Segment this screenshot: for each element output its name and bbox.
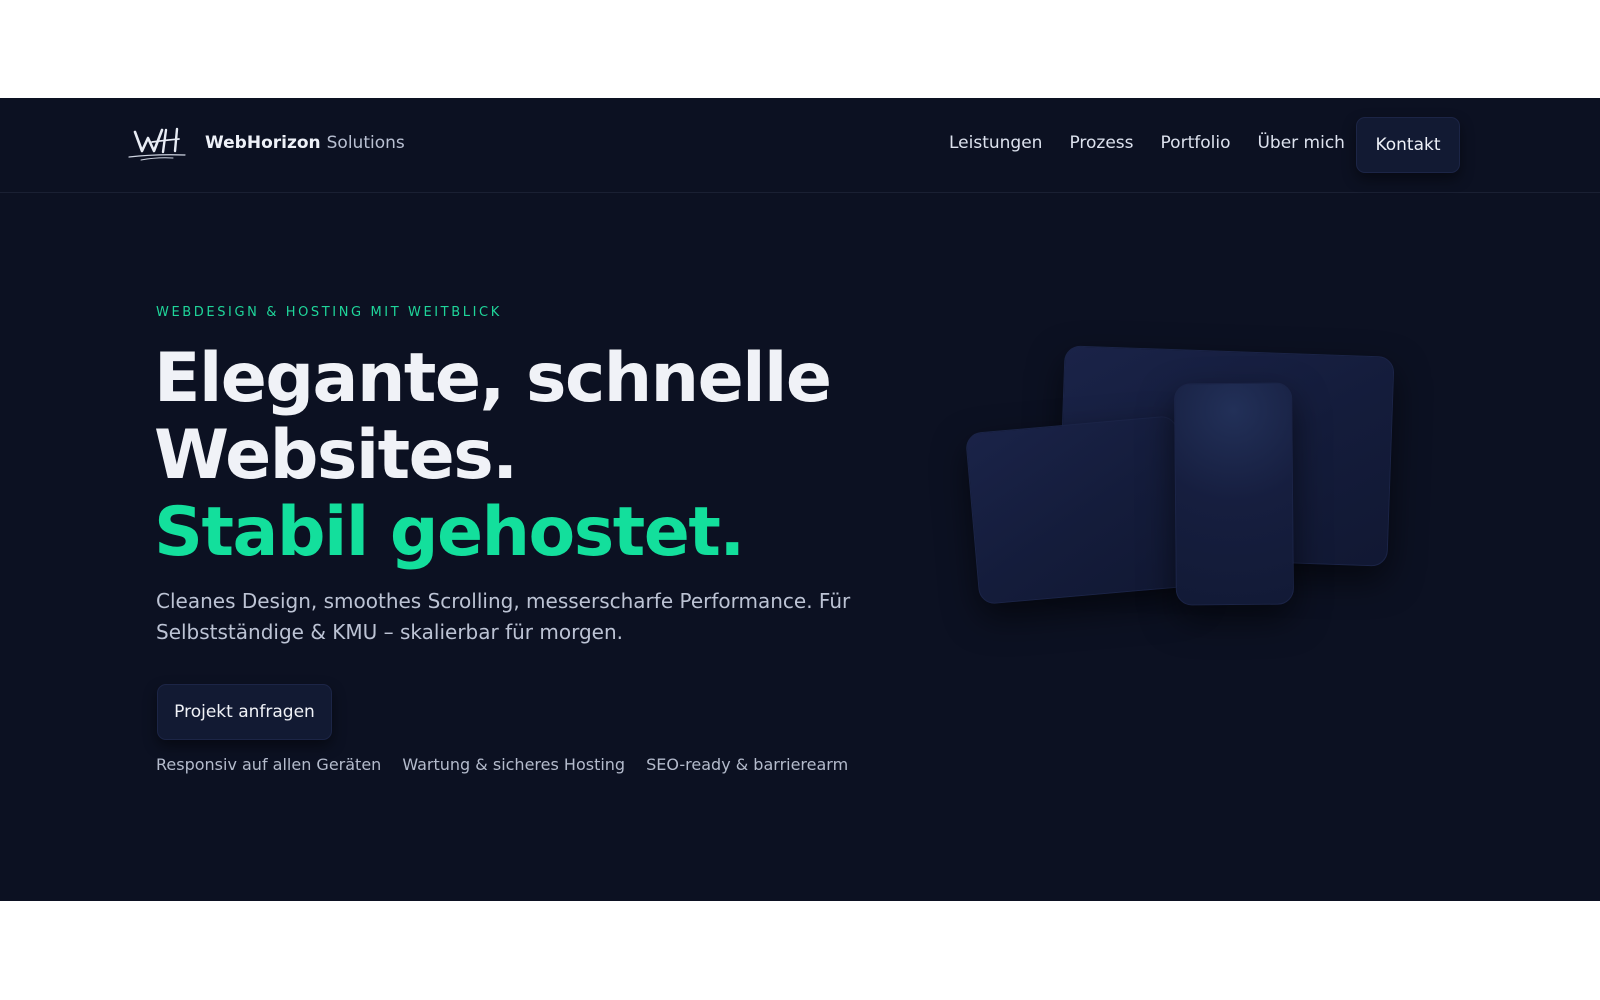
brand-name[interactable]: WebHorizon Solutions xyxy=(205,133,405,153)
nav-link-prozess[interactable]: Prozess xyxy=(1069,133,1133,153)
feature-item: SEO-ready & barrierearm xyxy=(646,755,849,774)
site-header: WebHorizon Solutions Leistungen Prozess P… xyxy=(0,98,1600,193)
hero-eyebrow: WEBDESIGN & HOSTING MIT WEITBLICK xyxy=(156,305,502,320)
brand-name-light: Solutions xyxy=(326,133,405,153)
feature-list: Responsiv auf allen Geräten Wartung & si… xyxy=(156,755,848,774)
headline-line-2: Websites. xyxy=(154,416,518,495)
contact-button[interactable]: Kontakt xyxy=(1356,117,1460,173)
nav-link-leistungen[interactable]: Leistungen xyxy=(949,133,1042,153)
wh-monogram-icon[interactable] xyxy=(127,124,187,166)
nav-link-ueber-mich[interactable]: Über mich xyxy=(1257,133,1345,153)
decorative-card-front xyxy=(1174,382,1294,606)
feature-item: Responsiv auf allen Geräten xyxy=(156,755,382,774)
headline-line-1: Elegante, schnelle xyxy=(154,339,832,418)
hero-lead: Cleanes Design, smoothes Scrolling, mess… xyxy=(156,589,851,644)
nav-link-portfolio[interactable]: Portfolio xyxy=(1161,133,1231,153)
headline-accent: Stabil gehostet. xyxy=(154,493,745,572)
page-frame: WebHorizon Solutions Leistungen Prozess P… xyxy=(0,98,1600,901)
decorative-card-left xyxy=(964,415,1192,605)
hero-headline: Elegante, schnelle Websites. Stabil geho… xyxy=(154,339,832,572)
brand-name-bold: WebHorizon xyxy=(205,133,321,153)
project-request-button[interactable]: Projekt anfragen xyxy=(157,684,332,740)
main-nav: Leistungen Prozess Portfolio Über mich xyxy=(949,133,1345,153)
feature-item: Wartung & sicheres Hosting xyxy=(402,755,626,774)
